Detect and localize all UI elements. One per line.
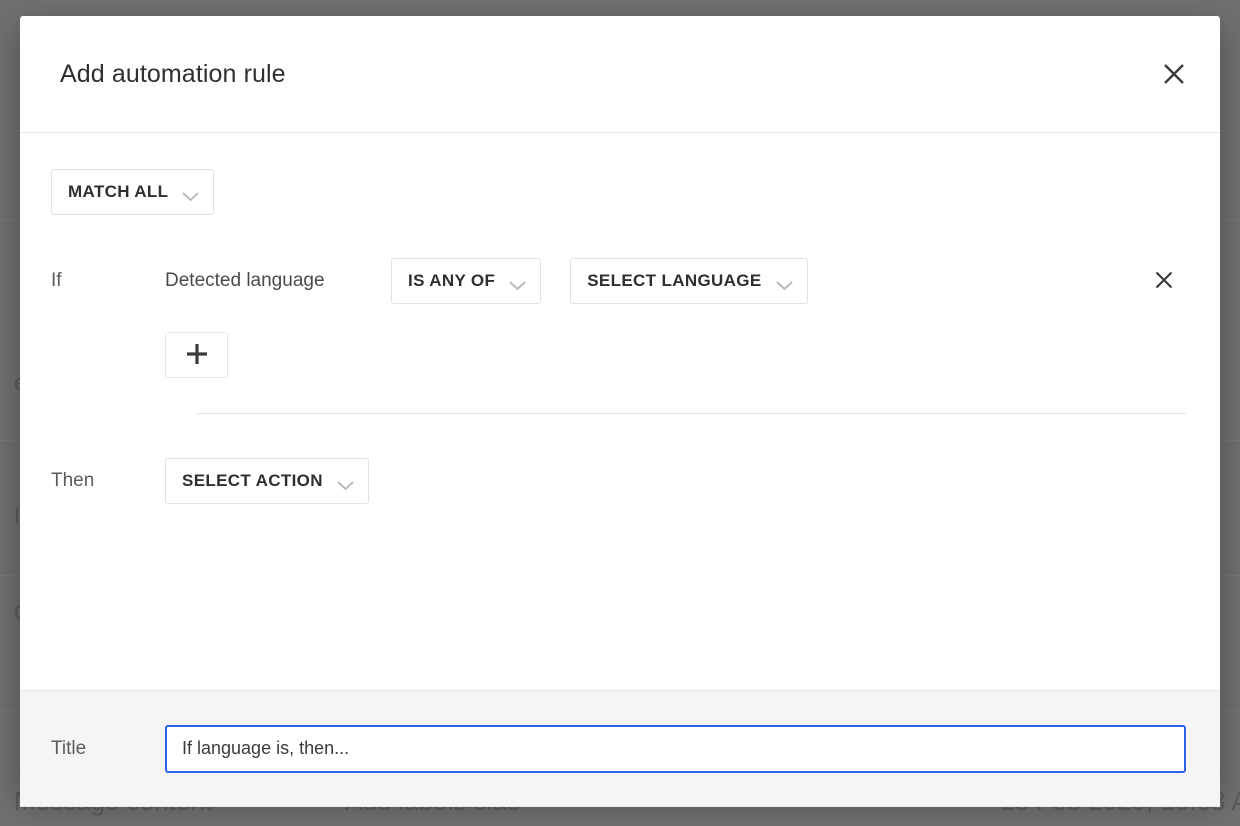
close-icon	[1161, 61, 1187, 87]
dialog-title: Add automation rule	[60, 59, 286, 88]
chevron-down-icon	[182, 187, 199, 202]
title-input[interactable]	[165, 724, 1186, 773]
select-action-label: SELECT ACTION	[182, 471, 323, 490]
chevron-down-icon	[509, 276, 526, 291]
match-mode-row: MATCH ALL	[20, 133, 1220, 215]
chevron-down-icon	[776, 276, 793, 291]
dialog-header: Add automation rule	[20, 16, 1220, 133]
condition-row: If Detected language IS ANY OF SELECT LA…	[51, 258, 1220, 304]
section-divider	[196, 413, 1186, 414]
match-mode-label: MATCH ALL	[68, 182, 169, 201]
dialog-body: MATCH ALL If Detected language IS ANY OF	[20, 133, 1220, 807]
action-section: Then SELECT ACTION	[20, 458, 1220, 504]
add-condition-row	[51, 332, 1220, 378]
condition-value-label: SELECT LANGUAGE	[587, 271, 762, 290]
condition-operator-label: IS ANY OF	[408, 271, 496, 290]
then-label: Then	[51, 470, 95, 491]
chevron-down-icon	[337, 476, 354, 491]
match-mode-dropdown[interactable]: MATCH ALL	[51, 169, 215, 215]
if-label: If	[51, 270, 62, 291]
add-automation-rule-dialog: Add automation rule MATCH ALL If Detecte…	[20, 16, 1220, 807]
condition-field-name: Detected language	[165, 270, 325, 291]
title-field-row: Title	[20, 690, 1220, 807]
add-condition-button[interactable]	[165, 332, 228, 378]
title-field-label: Title	[51, 737, 87, 759]
close-icon	[1153, 269, 1175, 294]
condition-value-dropdown[interactable]: SELECT LANGUAGE	[570, 258, 808, 304]
condition-operator-dropdown[interactable]: IS ANY OF	[391, 258, 542, 304]
close-dialog-button[interactable]	[1150, 50, 1198, 98]
plus-icon	[184, 341, 210, 370]
conditions-section: If Detected language IS ANY OF SELECT LA…	[20, 258, 1220, 414]
remove-condition-button[interactable]	[1141, 258, 1187, 304]
select-action-dropdown[interactable]: SELECT ACTION	[165, 458, 369, 504]
